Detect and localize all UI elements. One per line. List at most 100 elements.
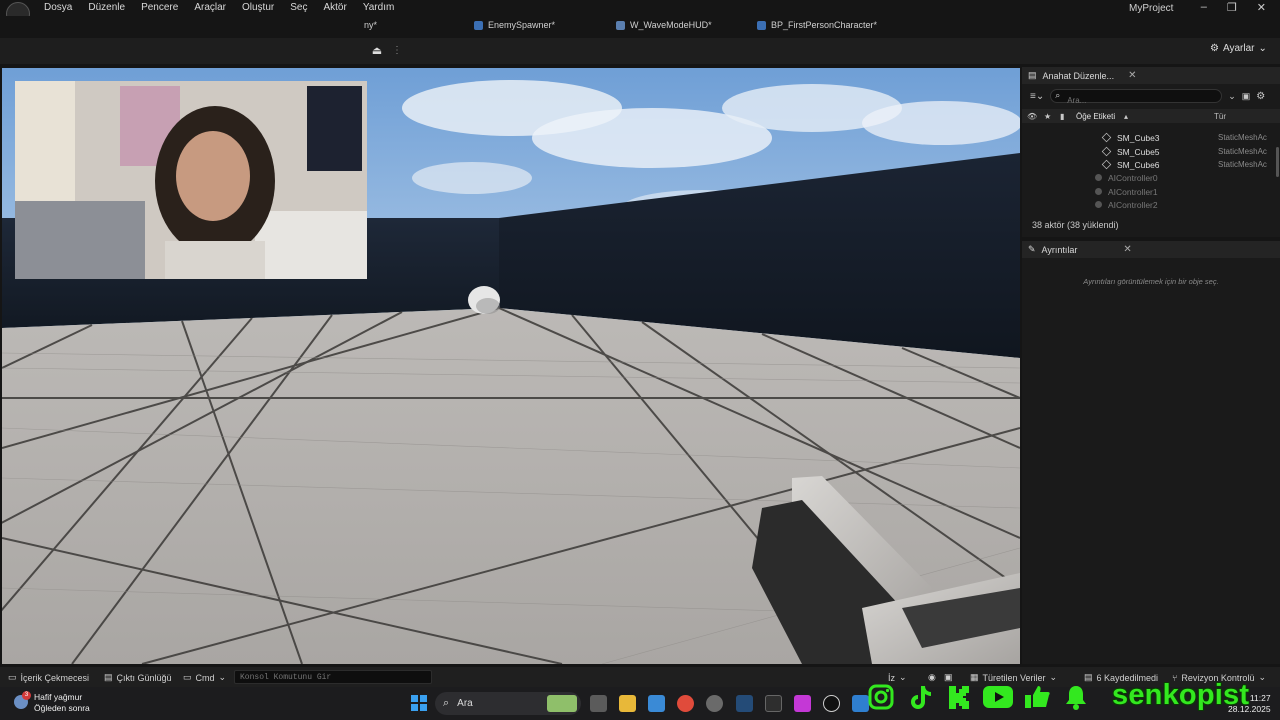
filter-icon[interactable]: ≡⌄ — [1030, 91, 1044, 102]
list-item[interactable]: AIController2 — [1022, 198, 1280, 211]
controller-icon — [1095, 188, 1102, 195]
tab-wave-mode-hud[interactable]: W_WaveModeHUD* — [616, 20, 712, 30]
close-icon[interactable]: ✕ — [1123, 244, 1131, 255]
menu-select[interactable]: Seç — [290, 2, 307, 13]
maximize-icon[interactable]: ❐ — [1227, 1, 1237, 14]
visibility-icon[interactable]: 👁 — [1027, 112, 1037, 121]
store-icon[interactable] — [648, 695, 665, 712]
item-name: AIController2 — [1108, 199, 1158, 210]
item-type: StaticMeshAc — [1218, 160, 1267, 169]
app-icon[interactable] — [794, 695, 811, 712]
file-explorer-icon[interactable] — [619, 695, 636, 712]
weather-widget[interactable]: 3 Hafif yağmur Öğleden sonra — [14, 691, 90, 714]
taskbar-search[interactable]: ⌕ Ara — [435, 692, 581, 715]
static-mesh-icon — [1101, 132, 1112, 143]
chrome-icon[interactable] — [677, 695, 694, 712]
list-item[interactable]: SM_Cube6 StaticMeshAc — [1022, 158, 1280, 171]
epic-games-icon[interactable] — [765, 695, 782, 712]
eject-icon[interactable]: ⏏ — [368, 42, 386, 60]
column-label-header[interactable]: Öğe Etiketi — [1076, 112, 1115, 121]
list-item[interactable]: AIController0 — [1022, 171, 1280, 184]
item-type: StaticMeshAc — [1218, 147, 1267, 156]
menu-actor[interactable]: Aktör — [323, 2, 346, 13]
pin-icon[interactable]: ▮ — [1060, 112, 1064, 121]
folder-add-icon[interactable]: ▣ — [1242, 91, 1251, 102]
menu-file[interactable]: Dosya — [44, 2, 72, 13]
blueprint-icon — [757, 20, 766, 30]
details-title: Ayrıntılar — [1041, 244, 1078, 255]
tab-label: ny* — [364, 20, 378, 30]
content-drawer-label: İçerik Çekmecesi — [20, 672, 90, 683]
settings-button[interactable]: ⚙ Ayarlar ⌄ — [1210, 43, 1267, 54]
menu-tools[interactable]: Araçlar — [194, 2, 226, 13]
menu-build[interactable]: Oluştur — [242, 2, 274, 13]
cmd-label: Cmd — [195, 672, 215, 683]
menu-help[interactable]: Yardım — [363, 2, 395, 13]
close-icon[interactable]: ✕ — [1257, 1, 1266, 14]
steam-icon[interactable] — [736, 695, 753, 712]
content-drawer-button[interactable]: ▭ İçerik Çekmecesi — [8, 672, 89, 683]
youtube-icon — [983, 683, 1013, 711]
static-mesh-icon — [1101, 159, 1112, 170]
item-name: SM_Cube5 — [1117, 146, 1160, 157]
list-item[interactable]: SM_Cube3 StaticMeshAc — [1022, 131, 1280, 144]
outliner-title: Anahat Düzenle... — [1042, 70, 1115, 81]
console-input[interactable] — [235, 671, 425, 684]
menu-edit[interactable]: Düzenle — [88, 2, 125, 13]
outliner-tab[interactable]: ▤ Anahat Düzenle... ✕ — [1022, 67, 1280, 84]
controller-icon — [1095, 174, 1102, 181]
settings-label: Ayarlar — [1222, 43, 1255, 54]
console-command-field[interactable] — [234, 670, 432, 684]
scrollbar[interactable] — [1276, 147, 1279, 177]
tiktok-icon — [905, 683, 935, 711]
search-icon: ⌕ — [1055, 90, 1061, 100]
column-type-header[interactable]: Tür — [1214, 112, 1226, 121]
details-tab[interactable]: ✎ Ayrıntılar ✕ — [1022, 241, 1280, 258]
task-view-icon[interactable] — [590, 695, 607, 712]
outliner-column-header: 👁 ★ ▮ Öğe Etiketi ▴ Tür — [1022, 109, 1280, 123]
weather-time: Öğleden sonra — [34, 703, 90, 713]
minimize-icon[interactable]: – — [1201, 1, 1207, 14]
outliner-search[interactable]: ⌕ — [1050, 89, 1223, 107]
details-empty-hint: Ayrıntıları görüntülemek için bir obje s… — [1083, 277, 1219, 286]
more-options-icon[interactable]: ⋮ — [392, 42, 402, 60]
tab-label: EnemySpawner* — [488, 20, 556, 30]
controller-icon — [1095, 201, 1102, 208]
favorite-icon[interactable]: ★ — [1044, 112, 1051, 121]
search-icon: ⌕ — [443, 697, 450, 709]
like-icon — [1022, 683, 1052, 711]
output-log-label: Çıktı Günlüğü — [116, 672, 172, 683]
static-mesh-icon — [1101, 146, 1112, 157]
webcam-image — [15, 81, 367, 279]
close-icon[interactable]: ✕ — [1128, 70, 1136, 81]
sort-up-icon: ▴ — [1124, 111, 1129, 121]
item-name: SM_Cube6 — [1117, 159, 1160, 170]
item-name: AIController1 — [1108, 186, 1158, 197]
list-item[interactable]: AIController1 — [1022, 185, 1280, 198]
outliner-icon: ▤ — [1028, 70, 1037, 80]
details-panel: ✎ Ayrıntılar ✕ Ayrıntıları görüntülemek … — [1022, 241, 1280, 664]
chevron-down-icon: ⌄ — [218, 672, 227, 682]
outliner-search-input[interactable] — [1067, 94, 1208, 107]
tab-level[interactable]: ny* — [364, 20, 377, 30]
github-icon[interactable] — [706, 695, 723, 712]
project-name: MyProject — [1129, 3, 1174, 14]
log-icon: ▤ — [104, 672, 113, 682]
outliner-filter-row: ≡⌄ ⌕ ⌄ ▣ ⚙ — [1030, 88, 1276, 107]
chevron-down-icon: ⌄ — [1258, 672, 1266, 682]
output-log-button[interactable]: ▤ Çıktı Günlüğü — [104, 672, 172, 683]
gear-icon[interactable]: ⚙ — [1256, 91, 1265, 102]
menu-window[interactable]: Pencere — [141, 2, 178, 13]
windows-start-icon[interactable] — [411, 695, 427, 711]
tab-label: W_WaveModeHUD* — [630, 20, 712, 30]
tab-first-person-character[interactable]: BP_FirstPersonCharacter* — [757, 20, 877, 30]
list-item[interactable]: SM_Cube5 StaticMeshAc — [1022, 145, 1280, 158]
unreal-engine-icon[interactable] — [823, 695, 840, 712]
search-highlight-image — [547, 695, 577, 712]
chevron-down-icon[interactable]: ⌄ — [1228, 91, 1236, 102]
level-viewport[interactable] — [2, 68, 1020, 664]
cmd-dropdown[interactable]: ▭ Cmd ⌄ — [183, 672, 226, 683]
gear-icon: ⚙ — [1210, 43, 1219, 54]
level-toolbar: ⏏ ⋮ ⚙ Ayarlar ⌄ — [0, 38, 1280, 64]
tab-enemy-spawner[interactable]: EnemySpawner* — [474, 20, 555, 30]
